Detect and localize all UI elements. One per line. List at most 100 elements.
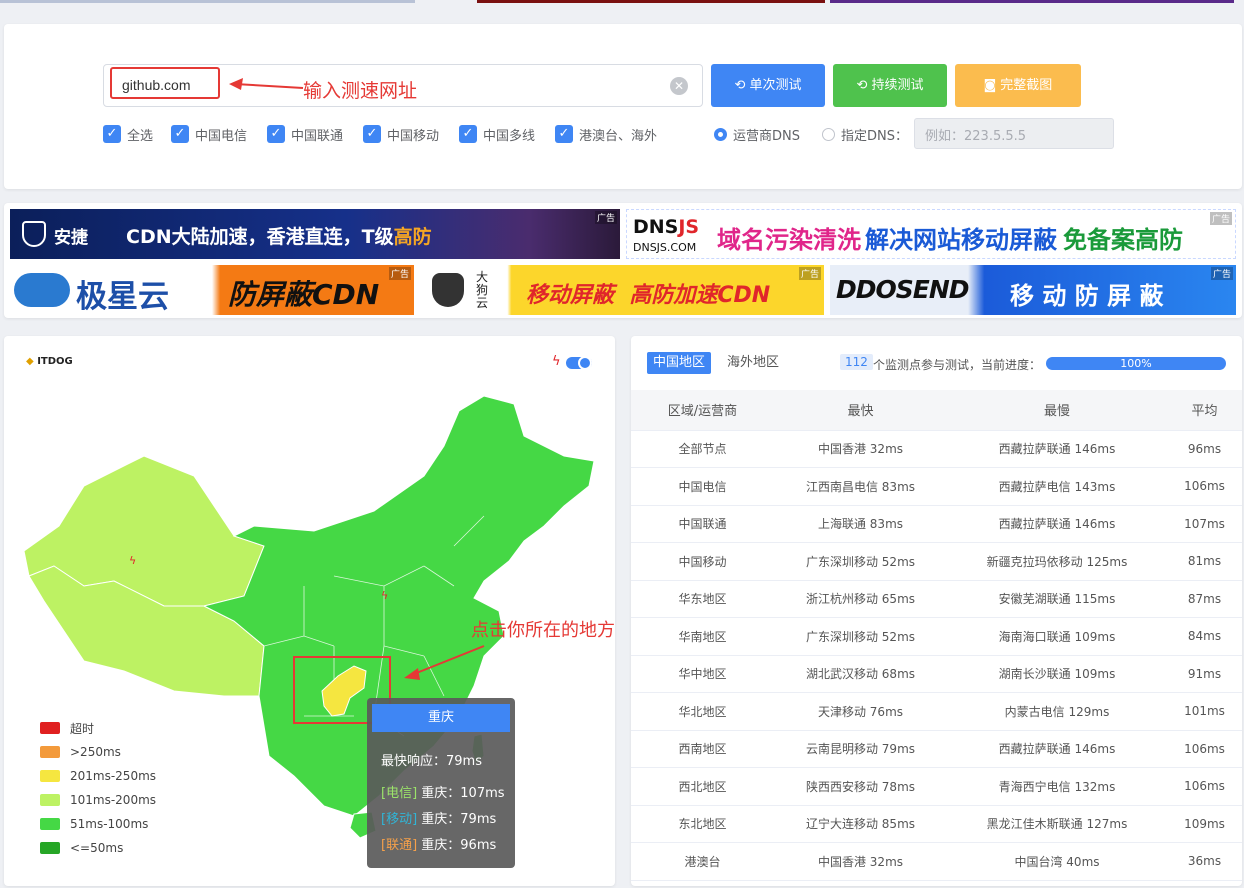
table-cell: 107ms	[1167, 505, 1242, 543]
checkbox-label: 中国联通	[291, 128, 344, 144]
radio-custom-dns[interactable]: 指定DNS：	[822, 124, 908, 144]
table-row: 华南地区 广东深圳移动 52ms 海南海口联通 109ms 84ms	[631, 617, 1242, 656]
ad-tag: 广告	[1209, 212, 1232, 225]
cloud-icon	[14, 273, 70, 307]
table-cell: 中国移动	[631, 542, 774, 581]
column-header: 最快	[774, 390, 947, 431]
table-cell: 新疆克拉玛依移动 125ms	[947, 542, 1167, 581]
tab-china[interactable]: 中国地区	[647, 352, 712, 374]
table-cell: 中国电信	[631, 467, 774, 506]
legend-swatch	[40, 770, 60, 782]
progress-label: 100%	[1120, 357, 1152, 370]
table-row: 港澳台 中国香港 32ms 中国台湾 40ms 36ms	[631, 842, 1242, 881]
table-cell: 湖北武汉移动 68ms	[774, 655, 947, 693]
table-row: 华中地区 湖北武汉移动 68ms 湖南长沙联通 109ms 91ms	[631, 655, 1242, 693]
single-test-label: 单次测试	[749, 78, 802, 93]
ad-jixing-slogan: 防屏蔽CDN	[228, 278, 380, 311]
ad-dagou[interactable]: 大狗云 移动屏蔽 高防加速CDN 广告	[418, 265, 824, 315]
camera-icon: ◙	[983, 78, 997, 93]
table-row: 华东地区 浙江杭州移动 65ms 安徽芜湖联通 115ms 87ms	[631, 580, 1242, 618]
ad-tag: 广告	[1210, 267, 1233, 280]
node-count-text: 个监测点参与测试，当前进度：	[873, 358, 1042, 372]
table-cell: 106ms	[1167, 767, 1242, 806]
ad-ddosend[interactable]: DDOSEND 移 动 防 屏 蔽 广告	[830, 265, 1236, 315]
screenshot-button[interactable]: ◙ 完整截图	[955, 64, 1081, 107]
ad-anjie-brand: 安捷	[54, 228, 88, 248]
check-icon: ✓	[459, 125, 477, 143]
results-panel: 中国地区 海外地区 112 个监测点参与测试，当前进度： 100% 区域/运营商…	[631, 336, 1242, 886]
checkbox-label: 中国电信	[195, 128, 248, 144]
legend-item: 51ms-100ms	[40, 812, 156, 836]
legend-label: 超时	[70, 721, 95, 736]
table-cell: 西北地区	[631, 767, 774, 806]
continuous-test-label: 持续测试	[871, 78, 924, 93]
legend-swatch	[40, 746, 60, 758]
ad-ddosend-brand: DDOSEND	[836, 275, 970, 304]
checkbox-multiline[interactable]: ✓ 中国多线	[459, 124, 535, 144]
lightning-icon: ϟ	[381, 589, 388, 602]
radio-isp-dns[interactable]: 运营商DNS	[714, 124, 800, 144]
checkbox-unicom[interactable]: ✓ 中国联通	[267, 124, 343, 144]
table-row: 西南地区 云南昆明移动 79ms 西藏拉萨联通 146ms 106ms	[631, 730, 1242, 768]
annotation-arrow-icon	[229, 78, 304, 90]
radio-label: 指定DNS：	[841, 128, 908, 144]
checkbox-overseas[interactable]: ✓ 港澳台、海外	[555, 124, 657, 144]
table-cell: 东北地区	[631, 805, 774, 843]
table-cell: 96ms	[1167, 430, 1242, 468]
ad-tag: 广告	[798, 267, 821, 280]
legend-swatch	[40, 842, 60, 854]
table-cell: 91ms	[1167, 655, 1242, 693]
table-cell: 广东深圳移动 52ms	[774, 542, 947, 581]
refresh-icon: ⟲	[856, 78, 868, 93]
table-cell: 西藏拉萨联通 146ms	[947, 430, 1167, 468]
ad-dnsjs[interactable]: DNSJS DNSJS.COM 域名污染清洗 解决网站移动屏蔽 免备案高防CDN…	[626, 209, 1236, 259]
ad-dnsjs-domain: DNSJS.COM	[633, 241, 697, 254]
table-cell: 84ms	[1167, 617, 1242, 656]
table-row: 中国联通 上海联通 83ms 西藏拉萨联通 146ms 107ms	[631, 505, 1242, 543]
radio-icon	[822, 127, 835, 141]
legend-item: 201ms-250ms	[40, 764, 156, 788]
refresh-icon: ⟲	[734, 78, 746, 93]
table-cell: 青海西宁电信 132ms	[947, 767, 1167, 806]
ad-tag: 广告	[594, 211, 617, 224]
table-cell: 81ms	[1167, 542, 1242, 581]
checkbox-select-all[interactable]: ✓ 全选	[103, 124, 153, 144]
checkbox-label: 中国多线	[483, 128, 536, 144]
progress-bar: 100%	[1046, 357, 1226, 370]
results-table: 区域/运营商 最快 最慢 平均 全部节点 中国香港 32ms 西藏拉萨联通 146m…	[631, 390, 1242, 881]
table-cell: 华东地区	[631, 580, 774, 618]
table-row: 全部节点 中国香港 32ms 西藏拉萨联通 146ms 96ms	[631, 430, 1242, 468]
shield-icon	[22, 221, 46, 247]
single-test-button[interactable]: ⟲ 单次测试	[711, 64, 825, 107]
dog-icon	[432, 273, 464, 307]
ad-anjie[interactable]: 安捷 CDN大陆加速，香港直连，T级高防 广告	[10, 209, 620, 259]
table-cell: 辽宁大连移动 85ms	[774, 805, 947, 843]
legend-label: >250ms	[70, 745, 121, 759]
table-cell: 黑龙江佳木斯联通 127ms	[947, 805, 1167, 843]
tooltip-fastest: 最快响应：79ms	[381, 754, 482, 769]
table-cell: 浙江杭州移动 65ms	[774, 580, 947, 618]
table-cell: 港澳台	[631, 842, 774, 881]
ad-dnsjs-slogan-b: 解决网站移动屏蔽	[865, 226, 1057, 254]
checkbox-telecom[interactable]: ✓ 中国电信	[171, 124, 247, 144]
tab-overseas[interactable]: 海外地区	[721, 352, 785, 374]
legend-label: 51ms-100ms	[70, 817, 149, 831]
ad-dnsjs-slogan-a: 域名污染清洗	[717, 226, 861, 254]
table-cell: 云南昆明移动 79ms	[774, 730, 947, 768]
table-cell: 87ms	[1167, 580, 1242, 618]
legend-item: <=50ms	[40, 836, 156, 860]
table-row: 华北地区 天津移动 76ms 内蒙古电信 129ms 101ms	[631, 692, 1242, 731]
checkbox-mobile[interactable]: ✓ 中国移动	[363, 124, 439, 144]
ad-dagou-slogan: 移动屏蔽 高防加速CDN	[526, 283, 771, 308]
table-row: 西北地区 陕西西安移动 78ms 青海西宁电信 132ms 106ms	[631, 767, 1242, 806]
table-cell: 106ms	[1167, 467, 1242, 506]
clear-icon[interactable]: ✕	[670, 77, 688, 95]
table-cell: 西藏拉萨联通 146ms	[947, 730, 1167, 768]
continuous-test-button[interactable]: ⟲ 持续测试	[833, 64, 947, 107]
check-icon: ✓	[267, 125, 285, 143]
tooltip-line-mobile: [移动] 重庆：79ms	[381, 812, 497, 827]
table-cell: 内蒙古电信 129ms	[947, 692, 1167, 731]
table-header-row: 区域/运营商 最快 最慢 平均	[631, 390, 1242, 431]
dns-input[interactable]: 例如：223.5.5.5	[914, 118, 1114, 149]
ad-jixing[interactable]: 极星云 防屏蔽CDN 广告	[10, 265, 414, 315]
